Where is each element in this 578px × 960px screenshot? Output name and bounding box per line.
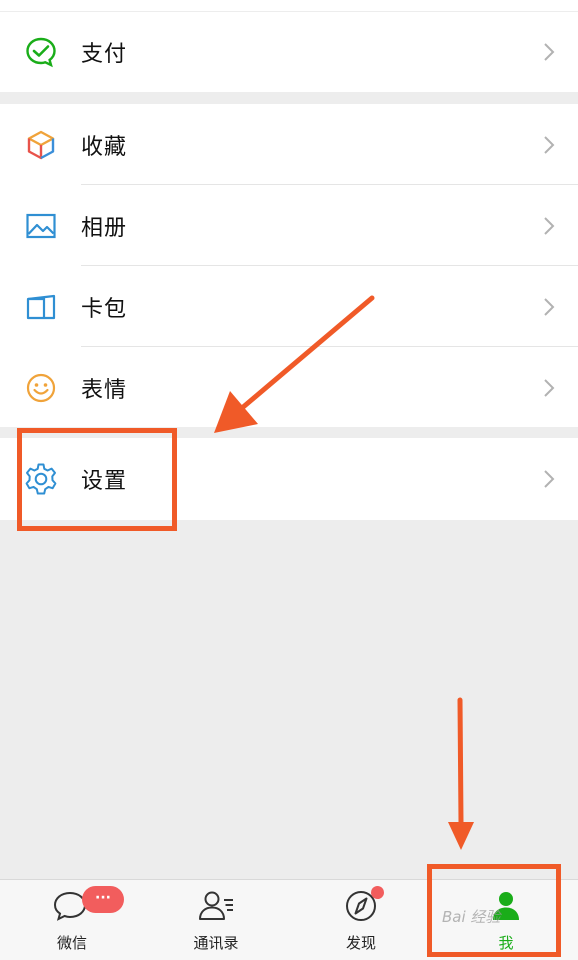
tab-chats-label: 微信	[56, 934, 87, 952]
menu-item-wallet[interactable]: 卡包	[0, 266, 578, 347]
arrow-to-me-tab	[457, 697, 464, 825]
contacts-icon	[196, 888, 236, 924]
chevron-right-icon	[542, 377, 556, 399]
menu-item-stickers-label: 表情	[81, 377, 128, 403]
menu-item-favorites[interactable]: 收藏	[0, 104, 578, 185]
tab-contacts-label: 通讯录	[193, 934, 239, 952]
arrow-to-me-tab-head	[448, 822, 474, 850]
chevron-right-icon	[542, 296, 556, 318]
tab-chats[interactable]: 微信	[0, 880, 144, 960]
menu-item-favorites-label: 收藏	[81, 134, 128, 160]
pay-check-icon	[24, 35, 58, 69]
smiley-icon	[24, 371, 58, 405]
tab-discover-label: 发现	[345, 934, 376, 952]
chevron-right-icon	[542, 468, 556, 490]
top-strip	[0, 0, 578, 11]
tab-contacts[interactable]: 通讯录	[144, 880, 288, 960]
menu-item-album[interactable]: 相册	[0, 185, 578, 266]
highlight-box-settings	[17, 428, 177, 531]
image-icon	[24, 209, 58, 243]
unread-badge: ···	[82, 886, 124, 913]
menu-item-wallet-label: 卡包	[81, 296, 128, 322]
pay-group: 支付	[0, 12, 578, 92]
chevron-right-icon	[542, 134, 556, 156]
chevron-right-icon	[542, 215, 556, 237]
menu-item-stickers[interactable]: 表情	[0, 347, 578, 428]
menu-item-pay-label: 支付	[81, 42, 128, 67]
main-group: 收藏 相册 卡包 表情	[0, 104, 578, 427]
chevron-right-icon	[542, 41, 556, 63]
tab-discover[interactable]: 发现	[289, 880, 433, 960]
menu-item-album-label: 相册	[81, 215, 128, 241]
menu-item-pay[interactable]: 支付	[0, 12, 578, 92]
highlight-box-me-tab	[427, 864, 561, 957]
cube-icon	[24, 128, 58, 162]
new-activity-dot	[371, 886, 384, 899]
card-wallet-icon	[24, 290, 58, 324]
